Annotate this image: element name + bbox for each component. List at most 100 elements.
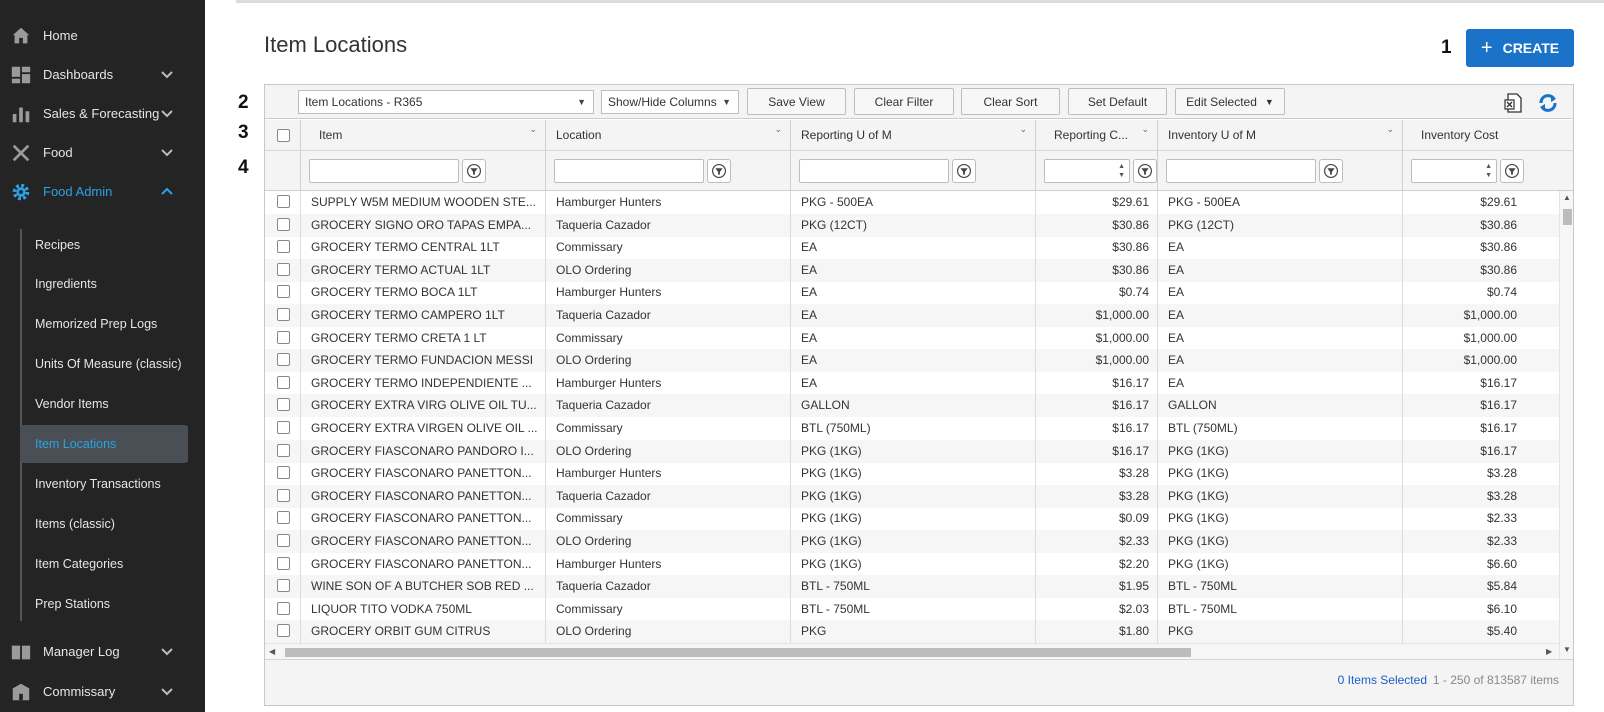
sidebar-subitem-item-categories[interactable]: Item Categories xyxy=(20,545,188,583)
table-row[interactable]: GROCERY TERMO CENTRAL 1LT Commissary EA $30… xyxy=(265,236,1559,260)
create-button[interactable]: + CREATE xyxy=(1466,29,1574,67)
column-menu-icon[interactable]: ⌄ xyxy=(774,124,782,134)
spinner-icon[interactable]: ▲ ▼ xyxy=(1485,162,1492,180)
sidebar-item-dashboards[interactable]: Dashboards xyxy=(0,55,205,95)
spinner-icon[interactable]: ▲ ▼ xyxy=(1118,162,1125,180)
sidebar-subitem-prep-stations[interactable]: Prep Stations xyxy=(20,585,188,623)
row-checkbox[interactable] xyxy=(277,217,290,231)
sidebar-subitem-units-of-measure[interactable]: Units Of Measure (classic) xyxy=(20,345,188,383)
column-header-reporting-cost[interactable]: Reporting C... ⌄ xyxy=(1036,120,1158,151)
filter-icon[interactable] xyxy=(1500,159,1524,183)
table-row[interactable]: GROCERY TERMO INDEPENDIENTE ... Hamburger… xyxy=(265,371,1559,395)
row-checkbox[interactable] xyxy=(277,262,290,276)
scroll-down-icon[interactable]: ▼ xyxy=(1563,645,1571,654)
sidebar-subitem-items-classic[interactable]: Items (classic) xyxy=(20,505,188,543)
select-all-checkbox[interactable] xyxy=(277,129,290,142)
sidebar-item-manager-log[interactable]: Manager Log xyxy=(0,632,205,672)
row-checkbox[interactable] xyxy=(277,398,290,412)
refresh-icon[interactable] xyxy=(1537,92,1559,114)
table-row[interactable]: GROCERY TERMO CAMPERO 1LT Taqueria Cazado… xyxy=(265,304,1559,327)
row-checkbox[interactable] xyxy=(277,285,290,299)
filter-input-inventory-cost[interactable]: ▲ ▼ xyxy=(1411,159,1497,183)
clear-sort-button[interactable]: Clear Sort xyxy=(961,88,1060,115)
horizontal-scrollbar[interactable]: ◀ ▶ xyxy=(265,643,1559,659)
row-checkbox[interactable] xyxy=(277,466,290,480)
table-row[interactable]: GROCERY FIASCONARO PANETTON... Hamburger … xyxy=(265,462,1559,486)
table-row[interactable]: GROCERY FIASCONARO PANETTON... Commissary… xyxy=(265,507,1559,531)
sidebar-subitem-ingredients[interactable]: Ingredients xyxy=(20,265,188,303)
table-row[interactable]: WINE SON OF A BUTCHER SOB RED ... Taqueri… xyxy=(265,575,1559,599)
excel-export-icon[interactable] xyxy=(1503,92,1525,114)
column-header-inventory-cost[interactable]: Inventory Cost xyxy=(1403,120,1525,151)
scroll-right-icon[interactable]: ▶ xyxy=(1546,647,1552,656)
sidebar-item-food[interactable]: Food xyxy=(0,133,205,173)
row-checkbox[interactable] xyxy=(277,421,290,434)
table-row[interactable]: GROCERY TERMO CRETA 1 LT Commissary EA $1,0… xyxy=(265,326,1559,350)
row-checkbox[interactable] xyxy=(277,624,290,638)
table-row[interactable]: LIQUOR TITO VODKA 750ML Commissary BTL - 7… xyxy=(265,597,1559,621)
sidebar-subitem-vendor-items[interactable]: Vendor Items xyxy=(20,385,188,423)
column-menu-icon[interactable]: ⌄ xyxy=(1386,124,1394,134)
filter-input-reporting-uom[interactable] xyxy=(799,159,949,183)
sidebar-item-food-admin[interactable]: Food Admin xyxy=(0,172,205,212)
row-checkbox[interactable] xyxy=(277,375,290,389)
table-row[interactable]: GROCERY TERMO BOCA 1LT Hamburger Hunters E… xyxy=(265,281,1559,305)
filter-input-item[interactable] xyxy=(309,159,459,183)
table-row[interactable]: GROCERY SIGNO ORO TAPAS EMPA... Taqueria … xyxy=(265,213,1559,237)
filter-input-inventory-uom[interactable] xyxy=(1166,159,1316,183)
row-checkbox[interactable] xyxy=(277,240,290,254)
row-checkbox[interactable] xyxy=(277,511,290,525)
column-menu-icon[interactable]: ⌄ xyxy=(1019,124,1027,134)
sidebar-subitem-item-locations[interactable]: Item Locations xyxy=(20,425,188,463)
vertical-scrollbar[interactable]: ▲ ▼ xyxy=(1559,191,1573,659)
row-checkbox[interactable] xyxy=(277,443,290,457)
sidebar-subitem-recipes[interactable]: Recipes xyxy=(20,226,188,264)
column-menu-icon[interactable]: ⌄ xyxy=(529,124,537,134)
row-checkbox[interactable] xyxy=(277,534,290,547)
save-view-button[interactable]: Save View xyxy=(747,88,846,115)
row-checkbox[interactable] xyxy=(277,601,290,615)
sidebar-subitem-inventory-transactions[interactable]: Inventory Transactions xyxy=(20,465,188,503)
table-row[interactable]: GROCERY FIASCONARO PANDORO I... OLO Order… xyxy=(265,439,1559,463)
set-default-button[interactable]: Set Default xyxy=(1068,88,1167,115)
sidebar-subitem-memorized-prep-logs[interactable]: Memorized Prep Logs xyxy=(20,305,188,343)
filter-icon[interactable] xyxy=(462,159,486,183)
row-checkbox[interactable] xyxy=(277,353,290,367)
row-checkbox[interactable] xyxy=(277,330,290,344)
row-checkbox[interactable] xyxy=(277,195,290,208)
table-row[interactable]: GROCERY ORBIT GUM CITRUS OLO Ordering PKG $… xyxy=(265,620,1559,643)
table-row[interactable]: SUPPLY W5M MEDIUM WOODEN STE... Hamburger… xyxy=(265,191,1559,214)
filter-input-location[interactable] xyxy=(554,159,704,183)
show-hide-columns-select[interactable]: Show/Hide Columns ▼ xyxy=(601,90,739,114)
column-menu-icon[interactable]: ⌄ xyxy=(1141,124,1149,134)
column-header-item[interactable]: Item ⌄ xyxy=(301,120,546,151)
view-select[interactable]: Item Locations - R365 ▼ xyxy=(298,90,594,114)
filter-icon[interactable] xyxy=(952,159,976,183)
row-checkbox[interactable] xyxy=(277,579,290,593)
scrollbar-thumb[interactable] xyxy=(1563,209,1572,225)
column-header-location[interactable]: Location ⌄ xyxy=(546,120,791,151)
scroll-up-icon[interactable]: ▲ xyxy=(1563,193,1571,202)
filter-icon[interactable] xyxy=(707,159,731,183)
edit-selected-button[interactable]: Edit Selected ▼ xyxy=(1175,88,1285,115)
sidebar-item-sales-forecasting[interactable]: Sales & Forecasting xyxy=(0,94,205,134)
table-row[interactable]: GROCERY FIASCONARO PANETTON... OLO Orderi… xyxy=(265,530,1559,553)
column-header-inventory-uom[interactable]: Inventory U of M ⌄ xyxy=(1158,120,1403,151)
row-checkbox[interactable] xyxy=(277,556,290,570)
table-row[interactable]: GROCERY FIASCONARO PANETTON... Taqueria C… xyxy=(265,484,1559,508)
sidebar-item-home[interactable]: Home xyxy=(0,16,205,56)
row-checkbox[interactable] xyxy=(277,308,290,321)
filter-input-reporting-cost[interactable]: ▲ ▼ xyxy=(1044,159,1130,183)
scrollbar-thumb[interactable] xyxy=(285,648,1191,657)
column-header-reporting-uom[interactable]: Reporting U of M ⌄ xyxy=(791,120,1036,151)
row-checkbox[interactable] xyxy=(277,488,290,502)
filter-icon[interactable] xyxy=(1319,159,1343,183)
clear-filter-button[interactable]: Clear Filter xyxy=(854,88,954,115)
scroll-left-icon[interactable]: ◀ xyxy=(269,647,275,656)
sidebar-item-commissary[interactable]: Commissary xyxy=(0,672,205,712)
table-row[interactable]: GROCERY EXTRA VIRG OLIVE OIL TU... Taquer… xyxy=(265,394,1559,418)
table-row[interactable]: GROCERY TERMO FUNDACION MESSI OLO Orderin… xyxy=(265,349,1559,373)
filter-icon[interactable] xyxy=(1133,159,1157,183)
table-row[interactable]: GROCERY FIASCONARO PANETTON... Hamburger … xyxy=(265,552,1559,576)
table-row[interactable]: GROCERY EXTRA VIRGEN OLIVE OIL ... Commis… xyxy=(265,417,1559,440)
